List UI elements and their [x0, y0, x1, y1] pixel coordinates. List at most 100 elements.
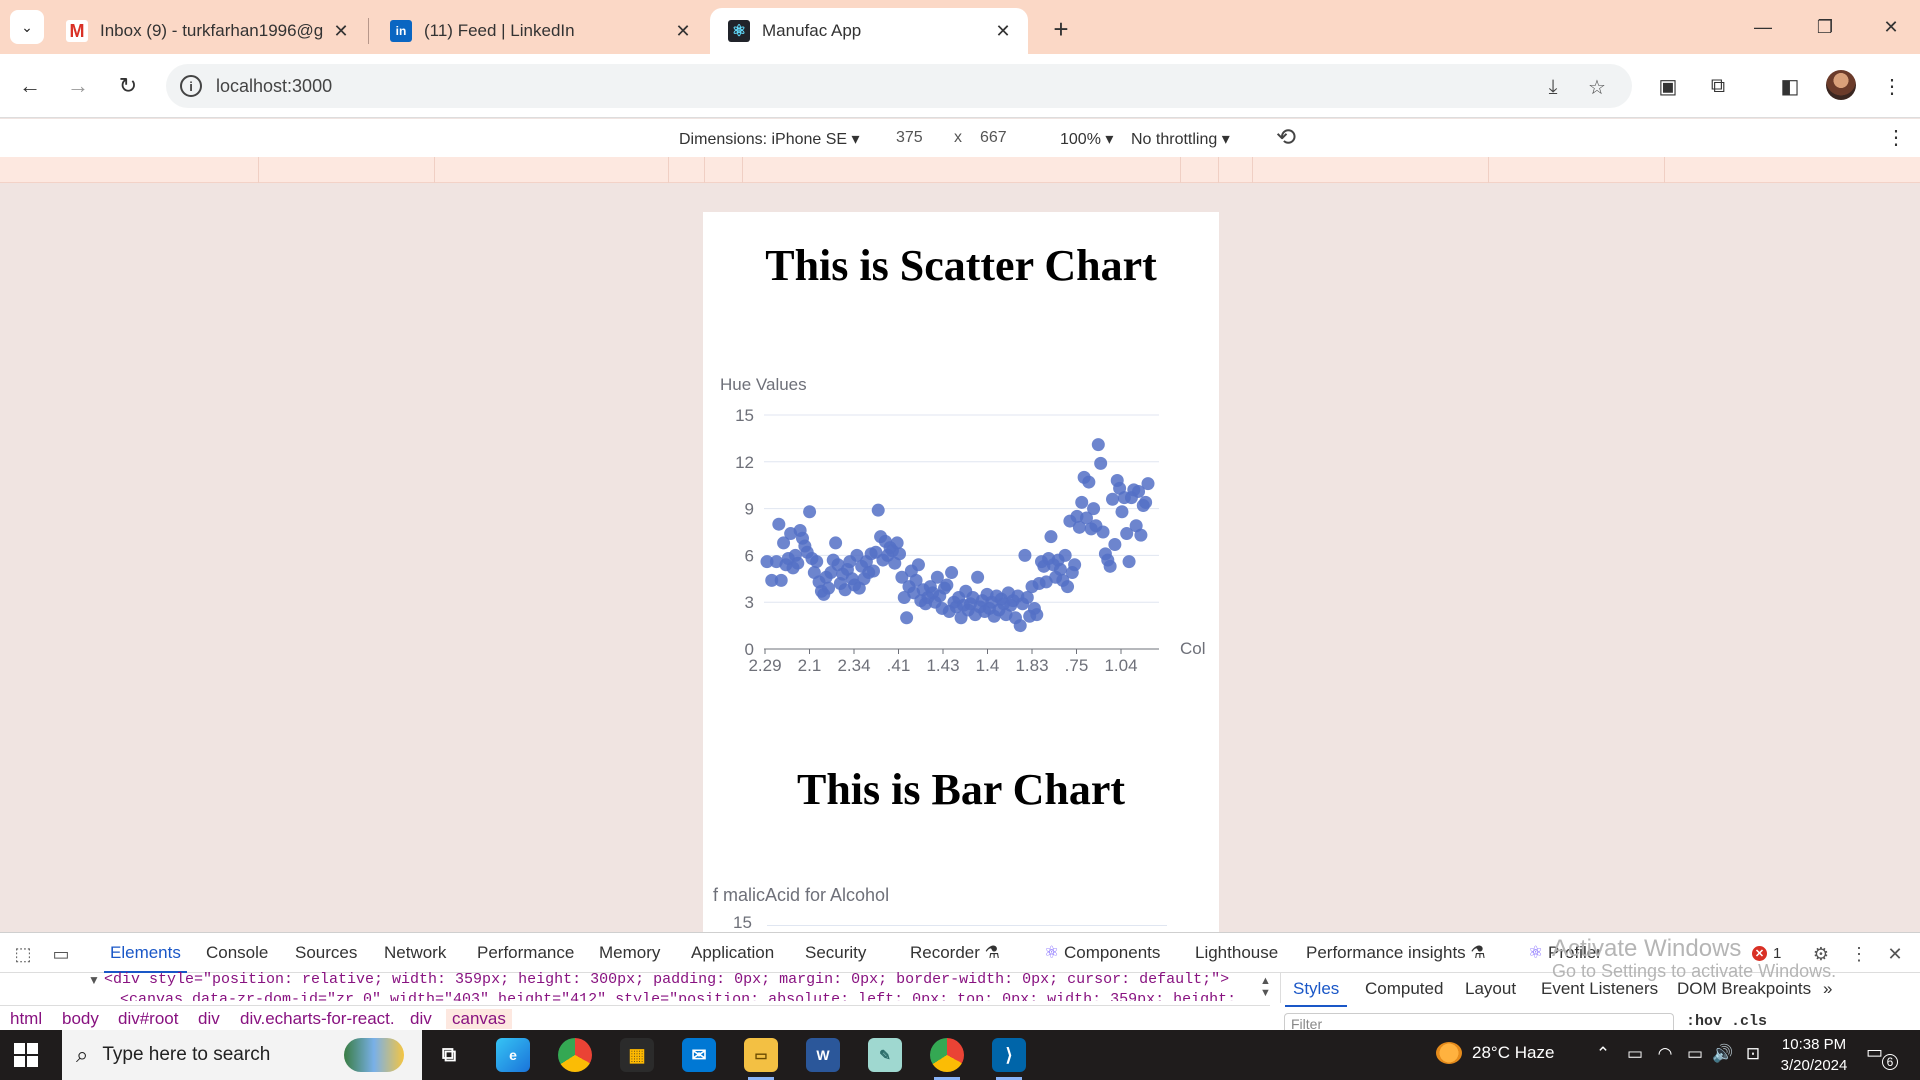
devtools-more-icon[interactable]: ⋮	[1846, 941, 1872, 967]
dom-tree-node[interactable]: <div style="position: relative; width: 3…	[104, 971, 1284, 988]
scatter-chart[interactable]: Hue Values036912152.29 2.1 2.34.41 1.43 1.4 1…	[703, 352, 1219, 692]
dom-tree-node-child[interactable]: <canvas data-zr-dom-id="zr_0" width="403…	[120, 991, 1290, 1001]
media-query-ruler[interactable]	[0, 157, 1920, 183]
url-text[interactable]: localhost:3000	[216, 76, 332, 97]
new-tab-button[interactable]: +	[1044, 12, 1078, 46]
devtools-tab-elements[interactable]: Elements	[104, 943, 187, 973]
store-icon[interactable]: ▦	[620, 1038, 654, 1072]
throttling-select[interactable]: No throttling ▾	[1131, 129, 1230, 149]
mail-icon[interactable]: ✉	[682, 1038, 716, 1072]
power-icon[interactable]: ⊡	[1742, 1044, 1764, 1064]
tab-gmail[interactable]: M Inbox (9) - turkfarhan1996@gmail.com ✕	[48, 8, 366, 54]
styles-filter-input[interactable]: Filter	[1284, 1013, 1674, 1032]
devtools-tab-sources[interactable]: Sources	[295, 943, 357, 963]
devtools-tab-memory[interactable]: Memory	[599, 943, 660, 963]
forward-button[interactable]: →	[60, 68, 96, 104]
profile-avatar[interactable]	[1826, 70, 1856, 100]
height-input[interactable]: 667	[980, 129, 1007, 147]
x-tick-label: 2.29	[748, 656, 781, 675]
back-button[interactable]: ←	[12, 68, 48, 104]
scatter-point	[1061, 580, 1075, 594]
notification-count: 6	[1882, 1054, 1898, 1070]
caret-down-icon: ▾	[1105, 131, 1114, 148]
breadcrumb-item-active[interactable]: canvas	[446, 1009, 512, 1029]
task-view-icon[interactable]: ⧉	[432, 1038, 466, 1072]
breadcrumb-item[interactable]: div.echarts-for-react.	[240, 1009, 395, 1029]
site-info-icon[interactable]: i	[180, 75, 202, 97]
notepad-icon[interactable]: ✎	[868, 1038, 902, 1072]
breadcrumb-item[interactable]: html	[10, 1009, 42, 1029]
breadcrumb-item[interactable]: div	[410, 1009, 432, 1029]
meet-now-icon[interactable]: ▭	[1624, 1044, 1646, 1064]
breadcrumb-item[interactable]: div#root	[118, 1009, 178, 1029]
close-icon: ✕	[1883, 16, 1899, 37]
close-window-button[interactable]: ✕	[1866, 8, 1916, 46]
close-icon[interactable]: ✕	[330, 21, 352, 42]
more-tabs-icon[interactable]: »	[1823, 979, 1832, 999]
tab-title: Inbox (9) - turkfarhan1996@gmail.com	[100, 21, 324, 40]
devtools-tab-components[interactable]: ⚛ Components	[1044, 943, 1160, 963]
restore-button[interactable]: ❐	[1800, 8, 1850, 46]
install-app-icon[interactable]: ⤓	[1540, 74, 1566, 100]
reload-button[interactable]: ↻	[110, 68, 146, 104]
extensions-icon[interactable]: ⧉	[1700, 68, 1736, 104]
devtools-tab-performance-insights[interactable]: Performance insights ⚗	[1306, 943, 1486, 963]
minimize-button[interactable]: —	[1738, 8, 1788, 46]
devtools-tab-performance[interactable]: Performance	[477, 943, 574, 963]
side-tab-computed[interactable]: Computed	[1365, 979, 1443, 999]
chrome-icon[interactable]	[558, 1038, 592, 1072]
error-count-badge[interactable]: ✕ 1	[1752, 945, 1781, 962]
close-icon[interactable]: ✕	[672, 21, 694, 42]
side-tab-dom-breakpoints[interactable]: DOM Breakpoints	[1677, 979, 1811, 999]
rotate-icon[interactable]: ⟲	[1272, 123, 1300, 151]
hov-cls-toggles[interactable]: :hov .cls	[1686, 1013, 1767, 1030]
side-tab-event-listeners[interactable]: Event Listeners	[1541, 979, 1658, 999]
devtools-tab-security[interactable]: Security	[805, 943, 866, 963]
collapse-triangle-icon[interactable]: ▼	[88, 973, 100, 987]
scroll-arrows-icon[interactable]: ▲ ▼	[1260, 975, 1271, 999]
inspect-element-icon[interactable]: ⬚	[10, 941, 36, 967]
breadcrumb-item[interactable]: div	[198, 1009, 220, 1029]
close-devtools-icon[interactable]: ✕	[1882, 941, 1908, 967]
more-menu-icon[interactable]: ⋮	[1874, 68, 1910, 104]
file-explorer-icon[interactable]: ▭	[744, 1038, 778, 1080]
vscode-icon[interactable]: ⟩	[992, 1038, 1026, 1080]
devtools-tab-application[interactable]: Application	[691, 943, 774, 963]
tray-chevron-icon[interactable]: ⌃	[1592, 1044, 1614, 1064]
devtools-tab-lighthouse[interactable]: Lighthouse	[1195, 943, 1278, 963]
media-cast-icon[interactable]: ▣	[1650, 68, 1686, 104]
devtools-tab-console[interactable]: Console	[206, 943, 268, 963]
more-options-icon[interactable]: ⋮	[1886, 125, 1906, 150]
edge-icon[interactable]: e	[496, 1038, 530, 1072]
weather-widget[interactable]: 28°C Haze	[1436, 1042, 1554, 1064]
side-panel-icon[interactable]: ◧	[1772, 68, 1808, 104]
scatter-point	[900, 611, 914, 625]
breadcrumb-item[interactable]: body	[62, 1009, 99, 1029]
address-bar[interactable]: i localhost:3000 ⤓ ☆	[166, 64, 1632, 108]
close-icon[interactable]: ✕	[992, 21, 1014, 42]
bookmark-star-icon[interactable]: ☆	[1584, 74, 1610, 100]
width-input[interactable]: 375	[896, 129, 923, 147]
volume-icon[interactable]: 🔊	[1712, 1044, 1734, 1064]
notification-center-button[interactable]: ▭ 6	[1866, 1042, 1898, 1070]
device-dimensions-select[interactable]: Dimensions: iPhone SE ▾	[679, 129, 860, 149]
tab-linkedin[interactable]: in (11) Feed | LinkedIn ✕	[372, 8, 708, 54]
ruler-tick	[1252, 157, 1253, 183]
devtools-tab-recorder[interactable]: Recorder ⚗	[910, 943, 1000, 963]
tab-search-button[interactable]: ⌄	[10, 10, 44, 44]
wifi-icon[interactable]: ◠	[1654, 1044, 1676, 1064]
taskbar-search-box[interactable]: ⌕ Type here to search	[62, 1030, 422, 1080]
zoom-select[interactable]: 100% ▾	[1060, 129, 1113, 149]
ruler-tick	[1180, 157, 1181, 183]
flask-icon: ⚗	[1470, 943, 1486, 962]
chrome-running-icon[interactable]	[930, 1038, 964, 1080]
tab-manufac-app[interactable]: ⚛ Manufac App ✕	[710, 8, 1028, 54]
battery-icon[interactable]: ▭	[1684, 1044, 1706, 1064]
taskbar-clock[interactable]: 10:38 PM 3/20/2024	[1774, 1034, 1854, 1076]
windows-start-button[interactable]	[14, 1043, 38, 1067]
side-tab-layout[interactable]: Layout	[1465, 979, 1516, 999]
devtools-tab-network[interactable]: Network	[384, 943, 446, 963]
side-tab-styles[interactable]: Styles	[1284, 979, 1348, 1007]
word-icon[interactable]: W	[806, 1038, 840, 1072]
device-toggle-icon[interactable]: ▭	[48, 941, 74, 967]
